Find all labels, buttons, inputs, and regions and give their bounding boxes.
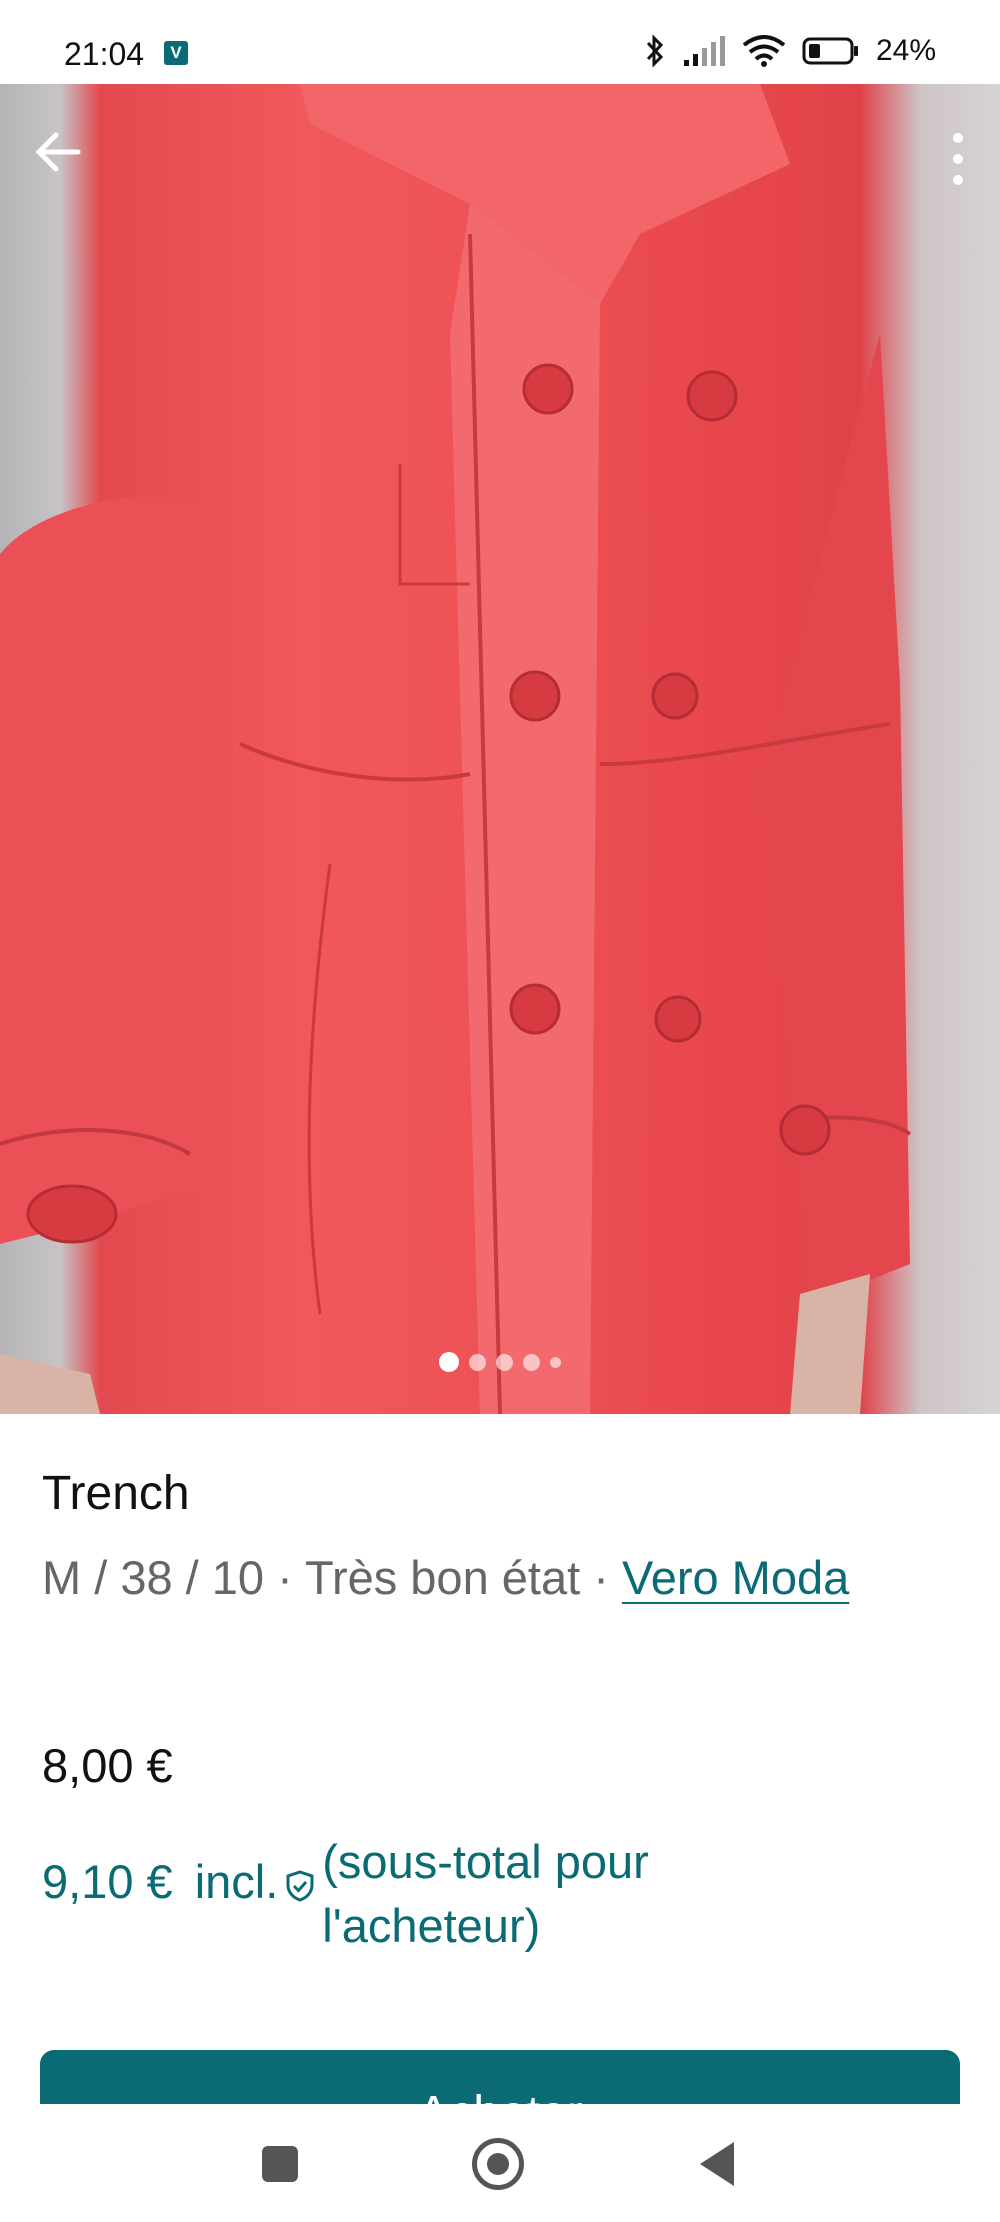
- carousel-dot[interactable]: [550, 1356, 561, 1368]
- system-navigation-bar: [0, 2104, 1000, 2222]
- brand-link[interactable]: Vero Moda: [622, 1551, 849, 1604]
- status-time: 21:04: [64, 36, 145, 72]
- product-photo-carousel[interactable]: [0, 84, 1000, 1414]
- carousel-dot[interactable]: [469, 1353, 486, 1371]
- subtotal-note: (sous-total pour l'acheteur): [322, 1835, 649, 1952]
- item-meta: M / 38 / 10 · Très bon état · Vero Moda: [42, 1540, 942, 1616]
- more-vert-icon[interactable]: [938, 124, 978, 194]
- battery-icon: [802, 37, 858, 65]
- total-incl-label: incl.: [194, 1855, 279, 1908]
- item-title: Trench: [42, 1467, 190, 1520]
- carousel-dot-active[interactable]: [439, 1352, 459, 1372]
- app-notification-badge: V: [164, 41, 188, 65]
- battery-percentage: 24%: [875, 34, 936, 67]
- back-arrow-icon[interactable]: [30, 124, 86, 180]
- carousel-dot[interactable]: [496, 1353, 513, 1371]
- total-price: 9,10 €: [42, 1855, 173, 1908]
- system-back-icon[interactable]: [700, 2142, 734, 2186]
- bluetooth-icon: [646, 34, 664, 68]
- recent-apps-icon[interactable]: [262, 2146, 298, 2182]
- carousel-dot[interactable]: [523, 1353, 540, 1371]
- buyer-total[interactable]: 9,10 € incl. (sous-total pour l'acheteur…: [42, 1830, 742, 1958]
- wifi-icon: [742, 35, 786, 67]
- home-icon[interactable]: [472, 2138, 524, 2190]
- carousel-page-indicator: [0, 1352, 1000, 1372]
- signal-icon: [683, 36, 725, 66]
- item-size-condition: M / 38 / 10 · Très bon état ·: [42, 1551, 622, 1604]
- status-icons: 24%: [644, 34, 936, 68]
- status-bar: 21:04 V 24%: [0, 0, 1000, 84]
- item-price: 8,00 €: [42, 1739, 173, 1792]
- buyer-protection-shield-icon[interactable]: [286, 1870, 314, 1902]
- red-trench-coat-photo: [0, 84, 912, 1414]
